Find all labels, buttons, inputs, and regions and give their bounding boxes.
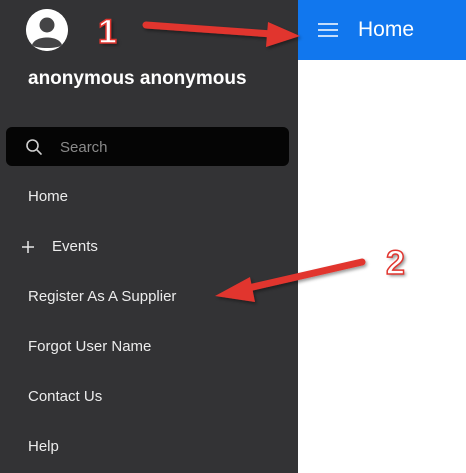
annotation-number-2: 2 <box>385 244 405 282</box>
nav-item-label: Contact Us <box>28 388 103 405</box>
search-box[interactable] <box>6 127 289 166</box>
nav-item-label: Forgot User Name <box>28 338 152 355</box>
nav-item-register-as-a-supplier[interactable]: Register As A Supplier <box>0 277 298 317</box>
hamburger-menu-icon[interactable] <box>316 18 342 42</box>
top-header: Home <box>298 0 466 60</box>
search-input[interactable] <box>60 135 280 159</box>
nav-item-label: Register As A Supplier <box>28 288 177 305</box>
nav-item-forgot-user-name[interactable]: Forgot User Name <box>0 327 298 367</box>
app-root: anonymous anonymous Home Events Register… <box>0 0 466 473</box>
search-icon <box>26 139 42 155</box>
sidebar: anonymous anonymous Home Events Register… <box>0 0 298 473</box>
user-name: anonymous anonymous <box>28 68 247 89</box>
avatar-icon[interactable] <box>26 9 68 51</box>
page-title: Home <box>358 18 415 41</box>
nav-item-home[interactable]: Home <box>0 177 298 217</box>
nav-item-events[interactable]: Events <box>0 227 298 267</box>
nav-item-contact-us[interactable]: Contact Us <box>0 377 298 417</box>
plus-icon <box>22 241 34 253</box>
nav-item-label: Help <box>28 438 59 455</box>
nav-item-label: Events <box>52 238 98 255</box>
nav-item-help[interactable]: Help <box>0 427 298 467</box>
nav-item-label: Home <box>28 188 69 205</box>
annotation-number-1: 1 <box>97 13 117 51</box>
